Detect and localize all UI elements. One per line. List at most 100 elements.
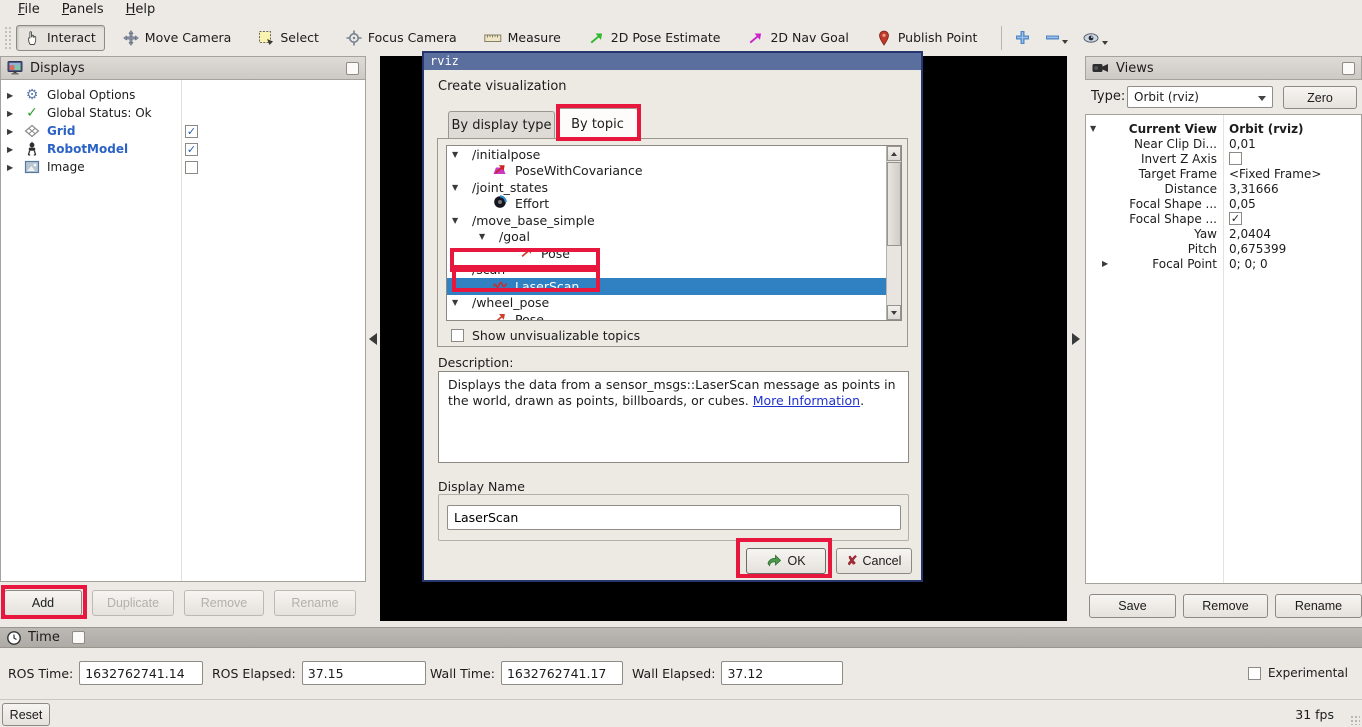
expander-icon[interactable]: ▼: [452, 298, 458, 307]
topic-row-laserscan-selected[interactable]: LaserScan: [447, 278, 901, 295]
scrollbar[interactable]: [886, 146, 901, 320]
ros-elapsed-input[interactable]: [302, 661, 426, 685]
publish-point-tool-button[interactable]: Publish Point: [867, 25, 987, 51]
expander-icon[interactable]: ▼: [479, 232, 485, 241]
scroll-up-button[interactable]: [887, 146, 901, 161]
focus-camera-tool-button[interactable]: Focus Camera: [337, 25, 466, 51]
grid-enabled-checkbox[interactable]: ✓: [185, 125, 198, 138]
ruler-icon: [484, 30, 502, 46]
move-camera-tool-button[interactable]: Move Camera: [114, 25, 241, 51]
expander-icon[interactable]: ▼: [452, 183, 458, 192]
expander-icon[interactable]: ▼: [452, 216, 458, 225]
left-panel-collapse-handle[interactable]: [366, 56, 380, 621]
view-type-dropdown[interactable]: Orbit (rviz): [1127, 86, 1273, 108]
property-row-focal-shape-fixed[interactable]: Focal Shape ... ✓: [1086, 211, 1361, 226]
display-name-input[interactable]: [447, 505, 901, 530]
save-view-button[interactable]: Save: [1089, 594, 1176, 618]
invert-z-checkbox[interactable]: [1229, 152, 1242, 165]
zero-button[interactable]: Zero: [1283, 86, 1357, 109]
expander-icon[interactable]: ▼: [452, 265, 458, 274]
expander-icon[interactable]: ▶: [7, 91, 17, 100]
property-row-target-frame[interactable]: Target Frame <Fixed Frame>: [1086, 166, 1361, 181]
tab-by-topic[interactable]: By topic: [557, 108, 638, 139]
menu-help[interactable]: Help: [126, 2, 156, 17]
menu-file[interactable]: File: [18, 2, 40, 17]
expander-icon[interactable]: ▶: [7, 163, 17, 172]
robotmodel-enabled-checkbox[interactable]: ✓: [185, 143, 198, 156]
scrollbar-thumb[interactable]: [887, 162, 901, 246]
topic-row-wheel-pose-pose[interactable]: Pose: [447, 311, 901, 321]
menu-panels[interactable]: Panels: [62, 2, 104, 17]
wall-time-input[interactable]: [501, 661, 623, 685]
property-row-distance[interactable]: Distance 3,31666: [1086, 181, 1361, 196]
topic-row-goal-pose[interactable]: Pose: [447, 245, 901, 262]
ros-time-input[interactable]: [79, 661, 203, 685]
rename-display-button[interactable]: Rename: [274, 590, 356, 616]
pose-arrow-icon: [519, 244, 535, 263]
remove-display-button[interactable]: Remove: [184, 590, 264, 616]
property-row-yaw[interactable]: Yaw 2,0404: [1086, 226, 1361, 241]
wall-elapsed-label: Wall Elapsed:: [632, 666, 715, 681]
panel-float-button[interactable]: [346, 62, 359, 75]
image-enabled-checkbox[interactable]: [185, 161, 198, 174]
interact-tool-button[interactable]: Interact: [16, 25, 105, 51]
rename-view-button[interactable]: Rename: [1275, 594, 1362, 618]
display-row-grid[interactable]: ▶ Grid ✓: [1, 122, 365, 140]
reset-button[interactable]: Reset: [2, 703, 50, 726]
panel-float-button[interactable]: [1342, 62, 1355, 75]
expander-icon[interactable]: ▶: [7, 127, 17, 136]
property-row-focal-point[interactable]: ▶ Focal Point 0; 0; 0: [1086, 256, 1361, 271]
topic-row-posewithcovariance[interactable]: PoseWithCovariance: [447, 163, 901, 180]
topic-row-goal[interactable]: ▼ /goal: [447, 229, 901, 246]
property-row-pitch[interactable]: Pitch 0,675399: [1086, 241, 1361, 256]
tab-by-display-type[interactable]: By display type: [448, 111, 555, 138]
topic-row-effort[interactable]: Effort: [447, 196, 901, 213]
expander-icon[interactable]: ▶: [7, 145, 17, 154]
topic-row-initialpose[interactable]: ▼ /initialpose: [447, 146, 901, 163]
dialog-title-bar[interactable]: rviz: [424, 53, 921, 70]
duplicate-display-button[interactable]: Duplicate: [92, 590, 174, 616]
select-tool-button[interactable]: Select: [249, 25, 328, 51]
expander-icon[interactable]: ▼: [452, 150, 458, 159]
pose-estimate-tool-button[interactable]: 2D Pose Estimate: [579, 25, 730, 51]
cancel-x-icon: ✘: [847, 553, 858, 569]
add-display-button[interactable]: Add: [4, 590, 82, 616]
experimental-checkbox[interactable]: [1248, 667, 1261, 680]
topic-row-move-base-simple[interactable]: ▼ /move_base_simple: [447, 212, 901, 229]
add-tool-button[interactable]: [1012, 27, 1033, 48]
display-row-robotmodel[interactable]: ▶ RobotModel ✓: [1, 140, 365, 158]
wall-elapsed-input[interactable]: [721, 661, 843, 685]
chevron-down-icon: [1258, 96, 1266, 101]
focal-shape-checkbox[interactable]: ✓: [1229, 212, 1242, 225]
panel-float-button[interactable]: [72, 631, 85, 644]
ok-button[interactable]: OK: [746, 548, 826, 574]
property-row-focal-shape-size[interactable]: Focal Shape ... 0,05: [1086, 196, 1361, 211]
display-row-global-status[interactable]: ▶ ✓ Global Status: Ok: [1, 104, 365, 122]
more-information-link[interactable]: More Information: [753, 393, 860, 408]
nav-goal-tool-button[interactable]: 2D Nav Goal: [738, 25, 857, 51]
pose-covariance-icon: [492, 161, 508, 180]
property-row-invert-z[interactable]: Invert Z Axis: [1086, 151, 1361, 166]
create-visualization-dialog: rviz Create visualization By display typ…: [422, 51, 923, 582]
property-row-near-clip[interactable]: Near Clip Di... 0,01: [1086, 136, 1361, 151]
show-unvisualizable-checkbox[interactable]: [451, 329, 464, 342]
topic-row-scan[interactable]: ▼ /scan: [447, 262, 901, 279]
right-panel-collapse-handle[interactable]: [1067, 56, 1085, 621]
scroll-down-button[interactable]: [887, 305, 901, 320]
wall-elapsed-field: Wall Elapsed:: [632, 661, 843, 685]
ros-time-label: ROS Time:: [8, 666, 73, 681]
expander-icon[interactable]: ▶: [7, 109, 17, 118]
topic-row-joint-states[interactable]: ▼ /joint_states: [447, 179, 901, 196]
property-row-current-view[interactable]: ▼ Current View Orbit (rviz): [1086, 121, 1361, 136]
measure-tool-button[interactable]: Measure: [475, 25, 570, 51]
remove-view-button[interactable]: Remove: [1183, 594, 1268, 618]
resize-grip[interactable]: [1350, 715, 1360, 725]
tool-visibility-button[interactable]: [1080, 28, 1110, 48]
display-row-image[interactable]: ▶ Image: [1, 158, 365, 176]
remove-tool-button[interactable]: [1043, 28, 1070, 47]
topic-row-wheel-pose[interactable]: ▼ /wheel_pose: [447, 295, 901, 312]
toolbar-drag-handle[interactable]: [4, 26, 12, 50]
experimental-row: Experimental: [1248, 666, 1348, 680]
display-row-global-options[interactable]: ▶ ⚙ Global Options: [1, 86, 365, 104]
cancel-button[interactable]: ✘ Cancel: [836, 548, 912, 574]
